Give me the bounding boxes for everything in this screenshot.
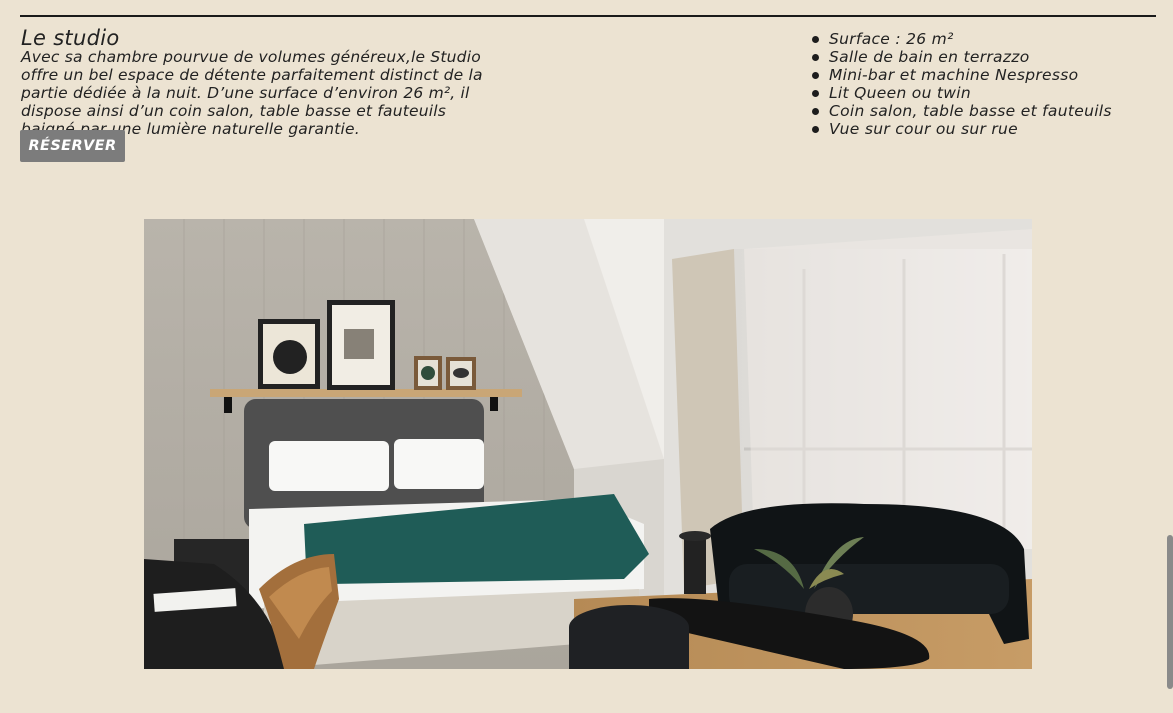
scrollbar-thumb[interactable] xyxy=(1167,535,1173,689)
description-line: Avec sa chambre pourvue de volumes génér… xyxy=(21,48,481,66)
feature-list: Surface : 26 m² Salle de bain en terrazz… xyxy=(812,30,1112,138)
feature-item: Lit Queen ou twin xyxy=(812,84,1112,102)
bullet-icon xyxy=(812,107,819,115)
feature-item: Mini-bar et machine Nespresso xyxy=(812,66,1112,84)
feature-label: Lit Queen ou twin xyxy=(829,84,972,102)
description-line: partie dédiée à la nuit. D’une surface d… xyxy=(21,84,470,102)
description-line: dispose ainsi d’un coin salon, table bas… xyxy=(21,102,447,120)
room-photo xyxy=(144,219,1032,669)
feature-label: Surface : 26 m² xyxy=(829,30,954,48)
feature-label: Coin salon, table basse et fauteuils xyxy=(829,102,1112,120)
bullet-icon xyxy=(812,125,819,133)
bullet-icon xyxy=(812,89,819,97)
reserve-button[interactable]: RÉSERVER xyxy=(20,130,125,162)
feature-item: Vue sur cour ou sur rue xyxy=(812,120,1112,138)
feature-item: Coin salon, table basse et fauteuils xyxy=(812,102,1112,120)
bullet-icon xyxy=(812,35,819,43)
feature-label: Salle de bain en terrazzo xyxy=(829,48,1030,66)
bullet-icon xyxy=(812,71,819,79)
bullet-icon xyxy=(812,53,819,61)
feature-label: Vue sur cour ou sur rue xyxy=(829,120,1019,138)
feature-item: Surface : 26 m² xyxy=(812,30,1112,48)
feature-item: Salle de bain en terrazzo xyxy=(812,48,1112,66)
description-line: offre un bel espace de détente parfaitem… xyxy=(21,66,483,84)
section-divider xyxy=(20,15,1156,17)
feature-label: Mini-bar et machine Nespresso xyxy=(829,66,1079,84)
room-description: Avec sa chambre pourvue de volumes génér… xyxy=(21,48,581,138)
room-title: Le studio xyxy=(21,26,120,50)
